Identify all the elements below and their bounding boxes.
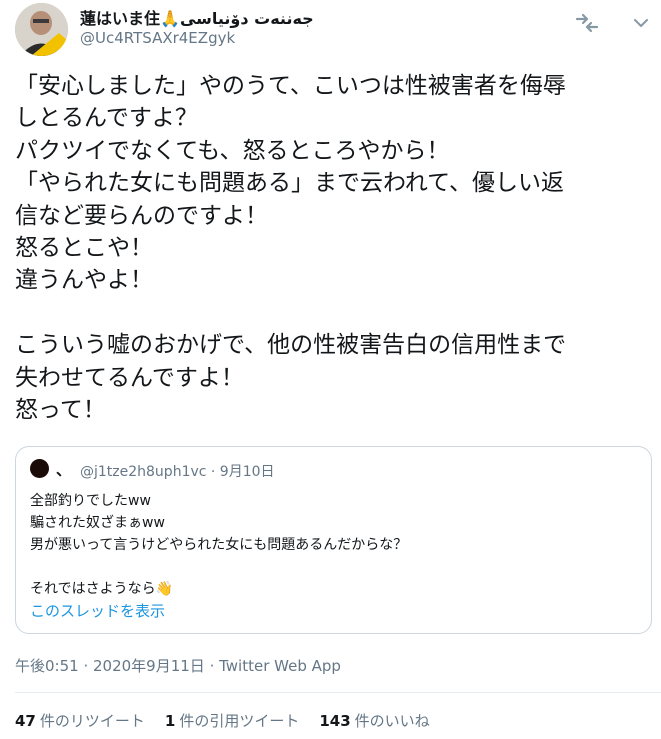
retweet-count[interactable]: 47 件のリツイート — [15, 710, 145, 731]
quoted-tweet[interactable]: 、 @j1tze2h8uph1vc · 9月10日 全部釣りでしたww 騙された… — [15, 446, 652, 634]
tweet-body-line: 「やられた女にも問題ある」まで云われて、優しい返 — [15, 170, 565, 197]
tweet-body-line: こういう嘘のおかげで、他の性被害告白の信用性まで — [15, 332, 567, 359]
retweet-count-number: 47 — [15, 712, 36, 730]
retweet-count-label: 件のリツイート — [39, 712, 145, 730]
tweet-detail: 蓮はいま住🙏جەننەت دۆنیاسی @Uc4RTSAXr4EZgyk 「安… — [0, 0, 661, 739]
quoted-body-line: 全部釣りでしたww — [30, 493, 151, 509]
tweet-body: 「安心しました」やのうて、こいつは性被害者を侮辱 しとるんですよ？ パクツイでな… — [15, 70, 655, 426]
tweet-body-line: 信など要らんのですよ！ — [15, 202, 268, 229]
source-app-link[interactable]: Twitter Web App — [219, 657, 341, 675]
quote-count-label: 件の引用ツイート — [179, 712, 300, 730]
tweet-body-line: 怒るとこや！ — [15, 234, 153, 261]
chevron-down-icon[interactable] — [628, 10, 654, 36]
quoted-handle-date: @j1tze2h8uph1vc · 9月10日 — [80, 464, 275, 480]
tweet-stats: 47 件のリツイート 1 件の引用ツイート 143 件のいいね — [15, 710, 430, 731]
quoted-body-line — [30, 556, 630, 578]
like-count-number: 143 — [319, 712, 351, 730]
quoted-author-name: 、 — [56, 461, 72, 479]
quoted-body-line: 騙された奴ざまぁww — [30, 515, 165, 531]
quoted-body-line: 男が悪いって言うけどやられた女にも問題あるんだからな？ — [30, 537, 408, 553]
author-name-text: 蓮はいま住🙏جەننەت دۆنیاسی — [80, 9, 314, 28]
author-handle[interactable]: @Uc4RTSAXr4EZgyk — [80, 29, 235, 47]
timestamp[interactable]: 午後0:51 · 2020年9月11日 — [15, 657, 205, 675]
quoted-body-line: それではさようなら👋 — [30, 581, 174, 597]
tweet-body-line — [15, 297, 655, 329]
meta-separator: · — [204, 657, 220, 675]
author-name[interactable]: 蓮はいま住🙏جەننەت دۆنیاسی — [80, 5, 314, 29]
tweet-body-line: しとるんですよ？ — [15, 105, 198, 132]
quote-count-number: 1 — [164, 712, 176, 730]
like-count-label: 件のいいね — [354, 712, 430, 730]
tweet-body-line: 怒って！ — [15, 396, 106, 423]
tweet-body-line: 「安心しました」やのうて、こいつは性被害者を侮辱 — [15, 73, 566, 99]
tweet-body-line: 違うんやよ！ — [15, 267, 153, 294]
like-count[interactable]: 143 件のいいね — [319, 710, 429, 731]
divider — [15, 692, 661, 693]
quote-count[interactable]: 1 件の引用ツイート — [165, 710, 299, 731]
tweet-body-line: 失わせてるんですよ！ — [15, 364, 244, 391]
retweet-alt-icon[interactable] — [574, 10, 600, 36]
tweet-meta: 午後0:51 · 2020年9月11日 · Twitter Web App — [15, 655, 341, 676]
avatar[interactable] — [15, 3, 68, 56]
quoted-avatar — [30, 459, 49, 478]
quoted-body: 全部釣りでしたww 騙された奴ざまぁww 男が悪いって言うけどやられた女にも問題… — [30, 490, 630, 600]
show-thread-link[interactable]: このスレッドを表示 — [30, 600, 165, 621]
tweet-body-line: パクツイでなくても、怒るところやから！ — [15, 137, 450, 164]
